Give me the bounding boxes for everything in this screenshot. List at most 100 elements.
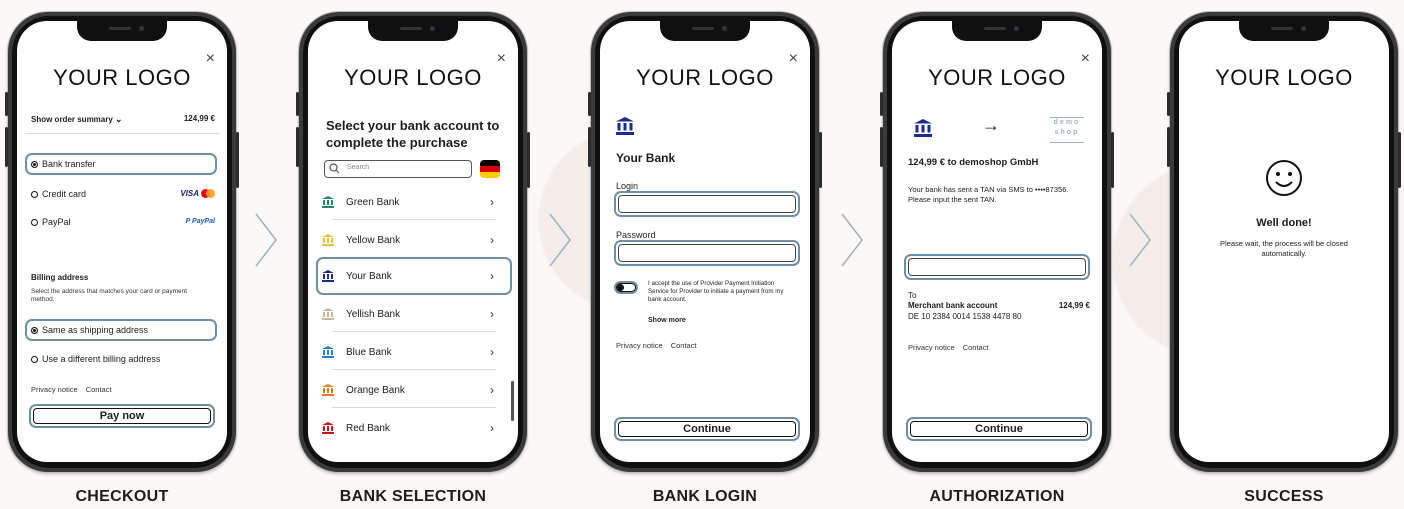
show-more-link[interactable]: Show more [648,317,686,324]
method-credit-card[interactable]: Credit card [31,189,86,199]
password-input[interactable] [614,240,800,266]
bank-item-green[interactable]: Green Bank › [322,187,502,217]
billing-title: Billing address [31,273,89,282]
phone-success: YOUR LOGO Well done! Please wait, the pr… [1167,12,1401,472]
step-caption-checkout: CHECKOUT [75,488,169,505]
bank-name: Red Bank [346,422,390,434]
chevron-right-icon [255,213,277,267]
radio-selected-icon [31,161,38,169]
chevron-right-icon: › [490,233,494,247]
step-caption-bank-login: BANK LOGIN [652,488,758,505]
privacy-link[interactable]: Privacy notice [31,385,78,394]
consent-toggle[interactable] [614,281,638,294]
to-label: To [908,291,917,300]
payment-amount: 124,99 € [1058,301,1090,310]
method-label: Bank transfer [42,159,96,169]
phone-authorization: × YOUR LOGO → demo shop 124,99 € to demos… [880,12,1114,472]
chevron-right-icon [841,213,863,267]
pay-now-button[interactable]: Pay now [29,404,215,428]
method-label: Credit card [42,189,87,199]
merchant-iban: DE 10 2384 0014 1538 4478 80 [908,312,1022,321]
logo: YOUR LOGO [1215,65,1353,90]
scrollbar[interactable] [511,381,514,421]
logo: YOUR LOGO [636,65,774,90]
bank-icon [322,346,334,358]
billing-option-label: Same as shipping address [42,325,149,335]
logo: YOUR LOGO [53,65,191,90]
search-input[interactable]: Search [324,160,472,178]
bank-item-blue[interactable]: Blue Bank › [322,337,502,367]
method-paypal[interactable]: PayPal [31,217,71,227]
chevron-down-icon: ⌄ [115,114,123,124]
privacy-link[interactable]: Privacy notice [616,341,663,350]
paypal-logo: PayPal [192,218,215,225]
chevron-right-icon: › [490,421,494,435]
order-summary-toggle[interactable]: Show order summary ⌄ [31,114,123,125]
bank-name: Orange Bank [346,384,405,396]
bank-name: Yellow Bank [346,234,401,246]
bank-selection-title: Select your bank account to complete the… [326,118,500,150]
contact-link[interactable]: Contact [671,341,697,350]
bank-icon [322,270,334,282]
bank-icon [616,117,634,135]
visa-icon: VISA [180,189,199,198]
flag-germany-icon[interactable] [480,160,500,178]
bank-icon [322,384,334,396]
bank-icon [322,308,334,320]
login-label: Login [616,181,639,191]
merchant-account-label: Merchant bank account [908,301,998,310]
bank-item-red[interactable]: Red Bank › [322,413,502,443]
bank-name: Yellish Bank [346,308,401,320]
continue-button[interactable]: Continue [906,417,1092,441]
success-message: Please wait, the process will be closed … [1220,239,1348,258]
step-caption-bank-selection: BANK SELECTION [339,488,487,505]
method-label: PayPal [42,217,71,227]
pay-now-label: Pay now [33,408,211,424]
bank-item-yellow[interactable]: Yellow Bank › [322,225,502,255]
mastercard-icon [201,189,215,198]
bank-selection-screen: × YOUR LOGO Select your bank account to … [308,21,518,462]
step-caption-success: SUCCESS [1244,488,1324,505]
bank-name: Your Bank [346,270,392,282]
arrow-right-icon: → [982,115,1000,135]
demoshop-logo-line: demo [1053,119,1081,126]
success-screen: YOUR LOGO Well done! Please wait, the pr… [1179,21,1389,462]
step-caption-authorization: AUTHORIZATION [929,488,1065,505]
bank-icon [322,422,334,434]
smiley-icon [1266,160,1302,196]
order-total: 124,99 € [183,114,215,123]
logo: YOUR LOGO [928,65,1066,90]
chevron-right-icon: › [490,345,494,359]
demoshop-logo: demo shop [1050,117,1084,143]
billing-option-label: Use a different billing address [42,354,161,364]
demoshop-logo-line: shop [1054,129,1080,136]
continue-label: Continue [910,421,1088,437]
bank-item-orange[interactable]: Orange Bank › [322,375,502,405]
contact-link[interactable]: Contact [963,343,989,352]
bank-item-yellish[interactable]: Yellish Bank › [322,299,502,329]
authorization-screen: × YOUR LOGO → demo shop 124,99 € to demos… [892,21,1102,462]
billing-different-address[interactable]: Use a different billing address [31,354,160,364]
chevron-right-icon: › [490,195,494,209]
tan-info: Your bank has sent a TAN via SMS to ••••… [908,185,1069,204]
radio-icon [31,356,38,364]
bank-item-your-bank[interactable]: Your Bank › [322,261,502,291]
radio-icon [31,191,38,199]
login-input[interactable] [614,191,800,217]
checkout-screen: × YOUR LOGO Show order summary ⌄ 124,99 … [17,21,227,462]
payment-headline: 124,99 € to demoshop GmbH [908,157,1039,168]
tan-input[interactable] [904,254,1090,280]
continue-button[interactable]: Continue [614,417,800,441]
consent-text: I accept the use of Provider Payment Ini… [648,280,784,303]
bank-icon [914,119,932,137]
radio-icon [31,219,38,227]
chevron-right-icon [549,213,571,267]
success-title: Well done! [1256,217,1312,229]
bank-login-screen: × YOUR LOGO Your Bank Login Password I a… [600,21,810,462]
search-placeholder: Search [347,164,370,171]
bank-name: Your Bank [616,151,676,165]
password-label: Password [616,230,656,240]
bank-icon [322,196,334,208]
contact-link[interactable]: Contact [86,385,112,394]
privacy-link[interactable]: Privacy notice [908,343,955,352]
